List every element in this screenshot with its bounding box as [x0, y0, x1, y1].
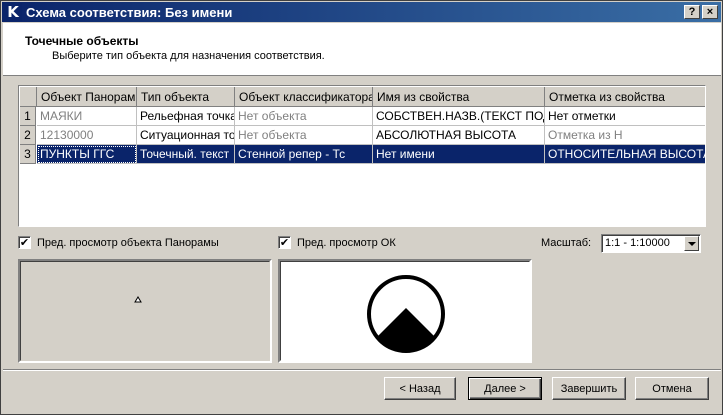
table-corner: [20, 87, 37, 107]
cancel-button[interactable]: Отмена: [635, 377, 709, 400]
scale-select-value: 1:1 - 1:10000: [605, 237, 670, 249]
table-cell[interactable]: Ситуационная точка: [137, 126, 235, 145]
table-cell-selected[interactable]: ОТНОСИТЕЛЬНАЯ ВЫСОТА: [545, 145, 705, 164]
title-bar[interactable]: K Схема соответствия: Без имени ? ×: [2, 2, 721, 22]
column-header-panorama-object[interactable]: Объект Панорамы: [37, 87, 137, 107]
separator: [3, 369, 721, 371]
preview-panorama-label: Пред. просмотр объекта Панорамы: [37, 236, 219, 249]
header-panel: Точечные объекты Выберите тип объекта дл…: [3, 23, 721, 76]
preview-ok-checkbox[interactable]: ✔ Пред. просмотр ОК: [278, 236, 396, 249]
column-header-name-property[interactable]: Имя из свойства: [373, 87, 545, 107]
mapping-table[interactable]: Объект Панорамы Тип объекта Объект класс…: [18, 85, 706, 227]
column-header-classifier-object[interactable]: Объект классификатора: [235, 87, 373, 107]
panorama-preview-panel: [18, 259, 272, 363]
table-cell[interactable]: Отметка из Н: [545, 126, 705, 145]
table-cell[interactable]: 12130000: [37, 126, 137, 145]
table-cell-selected[interactable]: ПУНКТЫ ГГС: [37, 145, 137, 164]
scale-select[interactable]: 1:1 - 1:10000: [601, 234, 701, 253]
table-cell-selected[interactable]: Нет имени: [373, 145, 545, 164]
ok-preview-panel: [278, 259, 532, 363]
back-button[interactable]: < Назад: [384, 377, 456, 400]
table-cell[interactable]: Рельефная точка: [137, 107, 235, 126]
chevron-down-icon: [687, 241, 696, 246]
preview-ok-label: Пред. просмотр ОК: [297, 236, 396, 249]
table-cell[interactable]: Нет объекта: [235, 126, 373, 145]
page-title: Точечные объекты: [25, 34, 139, 48]
next-button[interactable]: Далее >: [468, 377, 542, 400]
help-button[interactable]: ?: [684, 5, 700, 19]
geodetic-point-symbol-icon: [367, 275, 445, 353]
window-title: Схема соответствия: Без имени: [26, 4, 233, 20]
row-number[interactable]: 1: [20, 107, 36, 126]
column-header-mark-property[interactable]: Отметка из свойства: [545, 87, 705, 107]
finish-button[interactable]: Завершить: [552, 377, 626, 400]
table-cell[interactable]: МАЯКИ: [37, 107, 137, 126]
table-cell[interactable]: АБСОЛЮТНАЯ ВЫСОТА: [373, 126, 545, 145]
table-cell[interactable]: Нет объекта: [235, 107, 373, 126]
dropdown-button[interactable]: [684, 236, 699, 251]
table-cell[interactable]: СОБСТВЕН.НАЗВ.(ТЕКСТ ПОДПИСИ): [373, 107, 545, 126]
close-button[interactable]: ×: [702, 5, 718, 19]
column-header-object-type[interactable]: Тип объекта: [137, 87, 235, 107]
table-cell-selected[interactable]: Стенной репер - Тс: [235, 145, 373, 164]
dialog-window: K Схема соответствия: Без имени ? × Точе…: [0, 0, 723, 415]
table-cell-selected[interactable]: Точечный. текст: [137, 145, 235, 164]
checkmark-icon[interactable]: ✔: [278, 236, 291, 249]
row-number[interactable]: 2: [20, 126, 36, 145]
preview-panorama-checkbox[interactable]: ✔ Пред. просмотр объекта Панорамы: [18, 236, 219, 249]
app-logo-icon: K: [4, 3, 22, 21]
table-cell[interactable]: Нет отметки: [545, 107, 705, 126]
scale-label: Масштаб:: [541, 237, 592, 249]
page-subtitle: Выберите тип объекта для назначения соот…: [52, 50, 325, 62]
checkmark-icon[interactable]: ✔: [18, 236, 31, 249]
small-triangle-icon: [134, 296, 142, 303]
row-number[interactable]: 3: [20, 145, 36, 164]
